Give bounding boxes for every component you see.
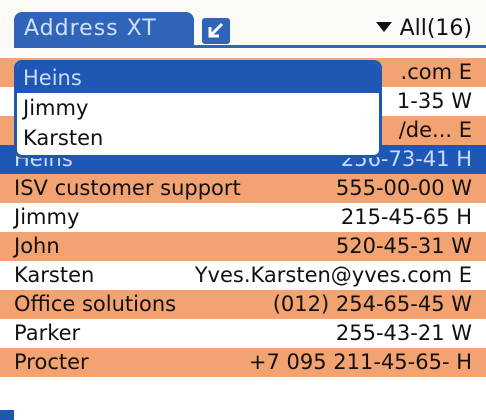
contact-name: Karsten xyxy=(14,263,95,287)
popup-item[interactable]: Karsten xyxy=(17,123,379,153)
contact-value: Yves.Karsten@yves.com E xyxy=(194,263,472,287)
popup-item[interactable]: Heins xyxy=(17,63,379,93)
triangle-down-icon xyxy=(375,22,392,32)
contact-value: +7 095 211-45-65- H xyxy=(248,350,472,374)
corner-indicator xyxy=(0,410,14,420)
category-selector[interactable]: All(16) xyxy=(375,12,472,46)
list-item[interactable]: John 520-45-31 W xyxy=(0,232,486,261)
popup-item[interactable]: Jimmy xyxy=(17,93,379,123)
app-title-tab[interactable]: Address XT xyxy=(14,12,194,46)
contact-name: Jimmy xyxy=(14,205,80,229)
lookup-popup: Heins Jimmy Karsten xyxy=(14,60,382,158)
list-item[interactable]: ISV customer support 555-00-00 W xyxy=(0,174,486,203)
title-bar: Address XT All(16) xyxy=(0,0,486,56)
list-item[interactable]: Karsten Yves.Karsten@yves.com E xyxy=(0,261,486,290)
contact-name: Procter xyxy=(14,350,89,374)
contact-name: John xyxy=(14,234,60,258)
contact-name: Parker xyxy=(14,321,81,345)
contact-value: 255-43-21 W xyxy=(335,321,472,345)
contact-value: (012) 254-65-45 W xyxy=(272,292,472,316)
category-label: All(16) xyxy=(399,16,472,41)
contact-name: Office solutions xyxy=(14,292,177,316)
contact-value: /de... E xyxy=(398,118,472,142)
contact-value: 555-00-00 W xyxy=(335,176,472,200)
palm-screen: Address XT All(16) .com E 1-35 W /de... … xyxy=(0,0,486,420)
contact-value: 1-35 W xyxy=(396,89,472,113)
list-item[interactable]: Parker 255-43-21 W xyxy=(0,319,486,348)
list-item[interactable]: Procter +7 095 211-45-65- H xyxy=(0,348,486,377)
shortcut-button[interactable] xyxy=(202,18,230,44)
title-underline xyxy=(14,45,486,48)
contact-value: 520-45-31 W xyxy=(335,234,472,258)
arrow-down-left-icon xyxy=(208,22,224,38)
list-item[interactable]: Office solutions (012) 254-65-45 W xyxy=(0,290,486,319)
contact-value: .com E xyxy=(400,60,472,84)
contact-name: ISV customer support xyxy=(14,176,241,200)
contact-value: 215-45-65 H xyxy=(340,205,472,229)
list-item[interactable]: Jimmy 215-45-65 H xyxy=(0,203,486,232)
